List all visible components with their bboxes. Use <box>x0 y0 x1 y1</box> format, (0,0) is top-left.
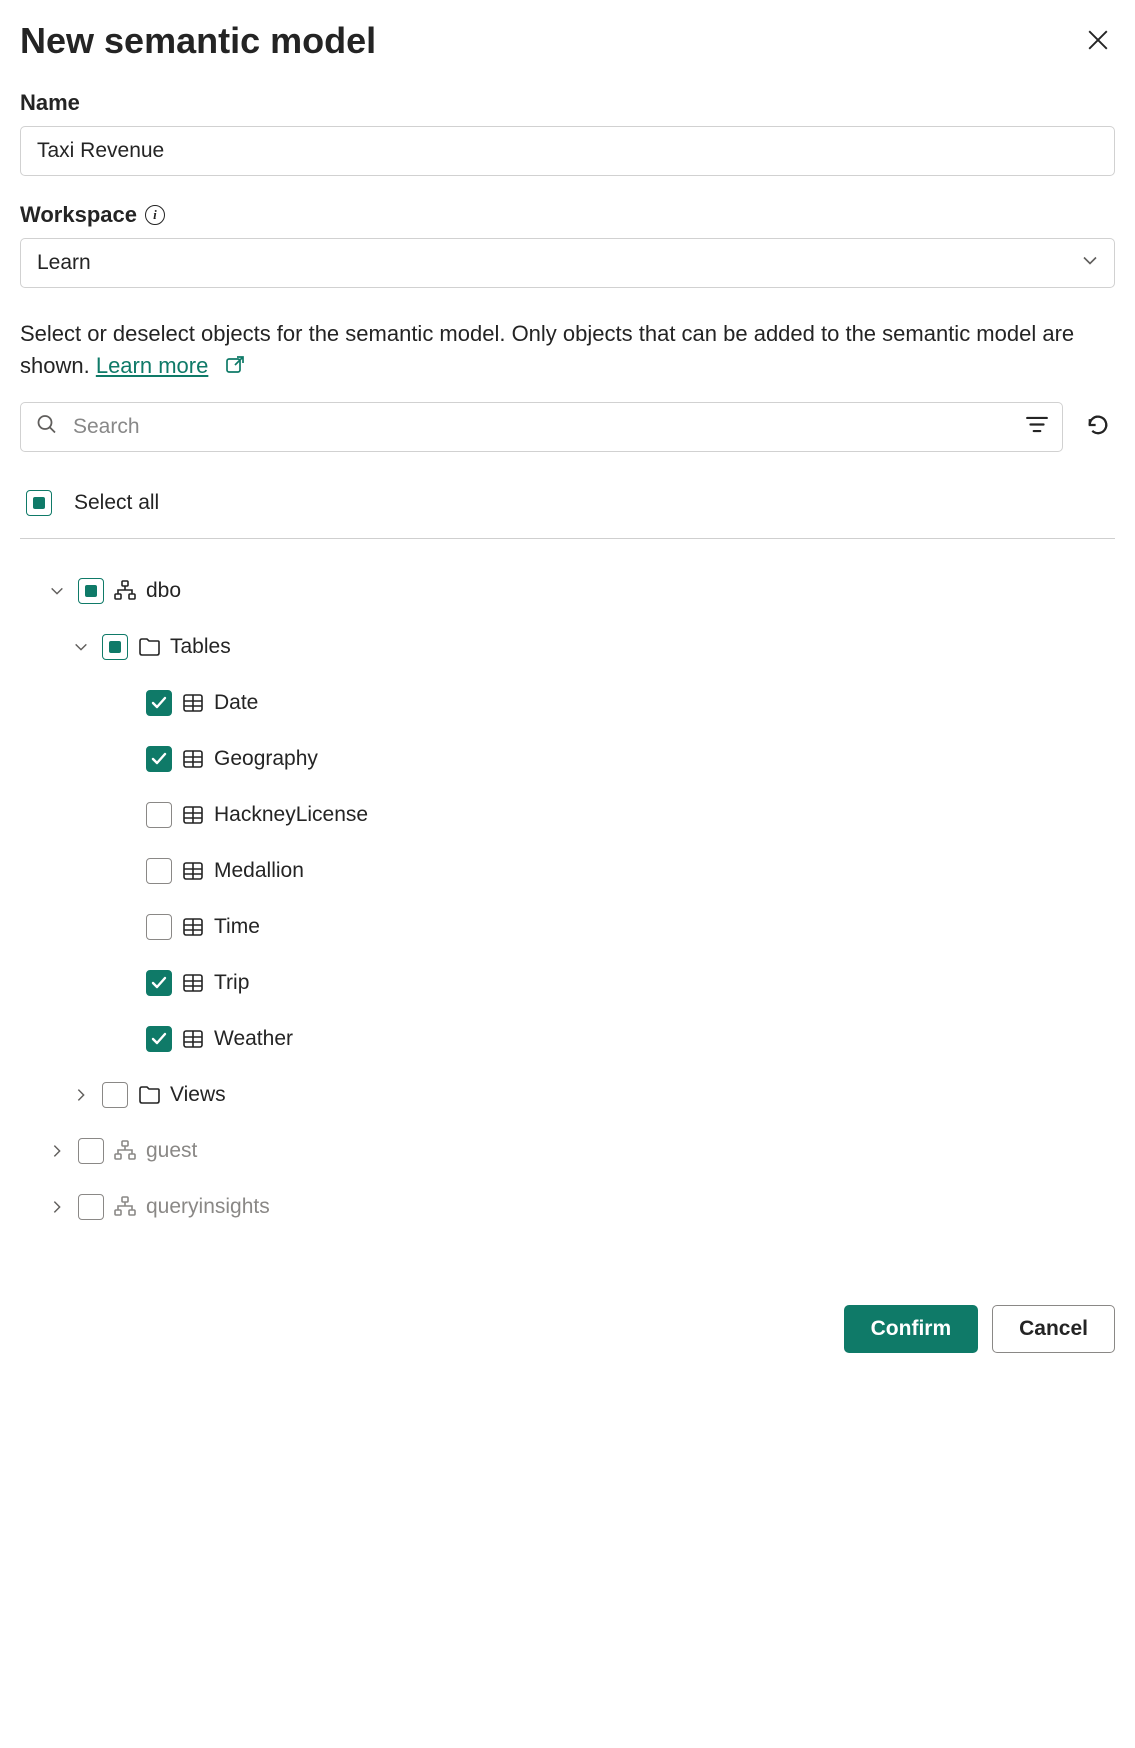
table-icon <box>182 1028 204 1050</box>
workspace-value: Learn <box>37 251 91 274</box>
table-checkbox[interactable] <box>146 858 172 884</box>
expand-toggle[interactable] <box>46 583 68 599</box>
select-all-label: Select all <box>74 491 159 515</box>
table-checkbox[interactable] <box>146 746 172 772</box>
table-label: Weather <box>214 1027 293 1051</box>
table-row-medallion[interactable]: Medallion <box>20 843 1115 899</box>
close-icon <box>1087 29 1109 54</box>
schema-checkbox[interactable] <box>78 1194 104 1220</box>
cancel-button[interactable]: Cancel <box>992 1305 1115 1353</box>
schema-checkbox[interactable] <box>78 1138 104 1164</box>
close-button[interactable] <box>1081 23 1115 60</box>
schema-row-guest[interactable]: guest <box>20 1123 1115 1179</box>
table-icon <box>182 860 204 882</box>
dialog-title: New semantic model <box>20 20 376 62</box>
name-label: Name <box>20 90 1115 116</box>
table-label: Date <box>214 691 258 715</box>
workspace-select[interactable]: Learn <box>20 238 1115 288</box>
table-row-date[interactable]: Date <box>20 675 1115 731</box>
search-icon <box>36 413 58 440</box>
expand-toggle[interactable] <box>46 1199 68 1215</box>
table-label: Time <box>214 915 260 939</box>
schema-label: queryinsights <box>146 1195 270 1219</box>
table-row-geography[interactable]: Geography <box>20 731 1115 787</box>
table-checkbox[interactable] <box>146 690 172 716</box>
table-icon <box>182 972 204 994</box>
folder-checkbox[interactable] <box>102 1082 128 1108</box>
table-icon <box>182 804 204 826</box>
table-label: Medallion <box>214 859 304 883</box>
folder-checkbox[interactable] <box>102 634 128 660</box>
name-input[interactable] <box>20 126 1115 176</box>
object-tree: dbo Tables Date Geography <box>20 563 1115 1235</box>
expand-toggle[interactable] <box>46 1143 68 1159</box>
table-label: Geography <box>214 747 318 771</box>
schema-icon <box>114 1140 136 1162</box>
external-link-icon <box>224 354 246 376</box>
schema-label: guest <box>146 1139 197 1163</box>
folder-row-views[interactable]: Views <box>20 1067 1115 1123</box>
table-checkbox[interactable] <box>146 914 172 940</box>
schema-icon <box>114 580 136 602</box>
schema-row-queryinsights[interactable]: queryinsights <box>20 1179 1115 1235</box>
folder-icon <box>138 636 160 658</box>
folder-label: Views <box>170 1083 226 1107</box>
confirm-button[interactable]: Confirm <box>844 1305 979 1353</box>
search-input[interactable] <box>20 402 1063 452</box>
schema-row-dbo[interactable]: dbo <box>20 563 1115 619</box>
table-checkbox[interactable] <box>146 802 172 828</box>
expand-toggle[interactable] <box>70 1087 92 1103</box>
folder-label: Tables <box>170 635 231 659</box>
schema-icon <box>114 1196 136 1218</box>
table-checkbox[interactable] <box>146 970 172 996</box>
help-text: Select or deselect objects for the seman… <box>20 318 1115 382</box>
learn-more-link[interactable]: Learn more <box>96 353 209 378</box>
filter-icon[interactable] <box>1025 413 1049 440</box>
schema-checkbox[interactable] <box>78 578 104 604</box>
folder-icon <box>138 1084 160 1106</box>
info-icon[interactable]: i <box>145 205 165 225</box>
table-row-time[interactable]: Time <box>20 899 1115 955</box>
table-row-weather[interactable]: Weather <box>20 1011 1115 1067</box>
schema-label: dbo <box>146 579 181 603</box>
workspace-label: Workspace <box>20 202 137 228</box>
table-icon <box>182 692 204 714</box>
table-row-hackneylicense[interactable]: HackneyLicense <box>20 787 1115 843</box>
table-label: Trip <box>214 971 249 995</box>
table-row-trip[interactable]: Trip <box>20 955 1115 1011</box>
table-checkbox[interactable] <box>146 1026 172 1052</box>
table-icon <box>182 748 204 770</box>
select-all-checkbox[interactable] <box>26 490 52 516</box>
table-icon <box>182 916 204 938</box>
expand-toggle[interactable] <box>70 639 92 655</box>
folder-row-tables[interactable]: Tables <box>20 619 1115 675</box>
refresh-icon <box>1085 412 1111 441</box>
table-label: HackneyLicense <box>214 803 368 827</box>
refresh-button[interactable] <box>1081 408 1115 445</box>
